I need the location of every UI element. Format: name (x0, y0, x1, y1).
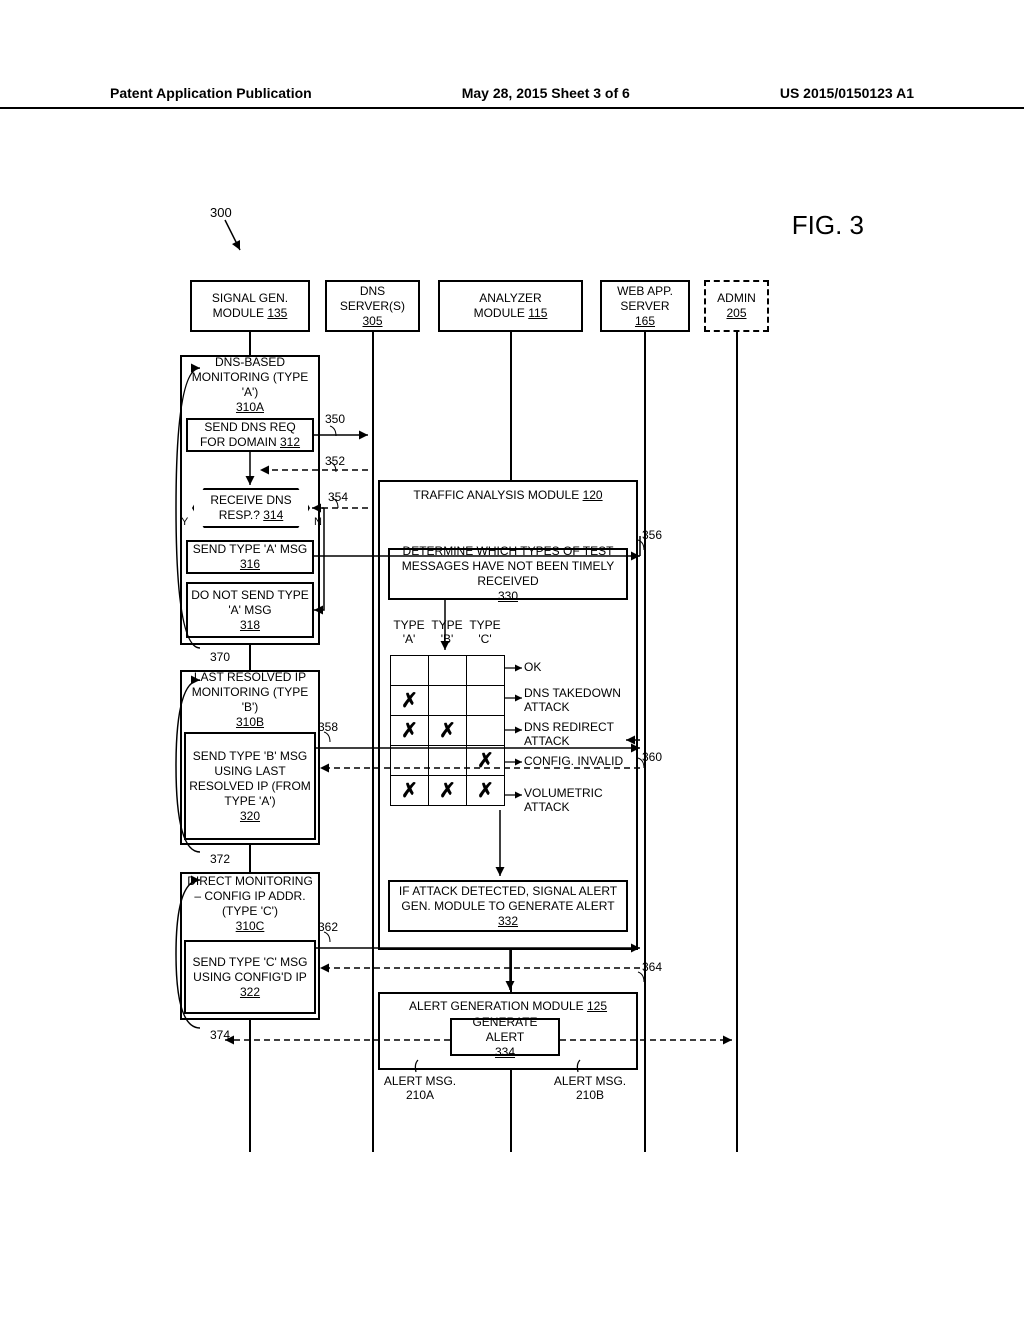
ref-350: 350 (325, 412, 345, 426)
agm-title-text: ALERT GENERATION MODULE (409, 999, 584, 1013)
row-config-lbl: CONFIG. INVALID (524, 754, 624, 768)
row-takedown-lbl: DNS TAKEDOWN ATTACK (524, 686, 624, 714)
figure-title: FIG. 3 (792, 210, 864, 241)
typeB-send-ref: 320 (240, 809, 260, 824)
typeC-title-text: DIRECT MONITORING – CONFIG IP ADDR. (TYP… (187, 874, 313, 919)
tam-signal-alert-text: IF ATTACK DETECTED, SIGNAL ALERT GEN. MO… (393, 884, 623, 914)
agm-msgA: ALERT MSG. 210A (380, 1074, 460, 1102)
lane-webapp-l1: WEB APP. (617, 284, 673, 299)
ref-354: 354 (328, 490, 348, 504)
row-config: ✗ (391, 746, 505, 776)
typeC-title-ref: 310C (236, 919, 265, 934)
row-redirect-lbl: DNS REDIRECT ATTACK (524, 720, 624, 748)
tam-table: ✗ ✗✗ ✗ ✗✗✗ (390, 655, 505, 806)
tbl-hdr-A: TYPE 'A' (390, 618, 428, 646)
typeB-send-text: SEND TYPE 'B' MSG USING LAST RESOLVED IP… (189, 749, 311, 809)
lane-siggen: SIGNAL GEN. MODULE 135 (190, 280, 310, 332)
tam-determine: DETERMINE WHICH TYPES OF TEST MESSAGES H… (388, 548, 628, 600)
typeA-title: DNS-BASED MONITORING (TYPE 'A') 310A (184, 357, 316, 413)
agm-gen-text: GENERATE ALERT (455, 1015, 555, 1045)
label-Y: Y (181, 516, 188, 528)
typeA-title-text: DNS-BASED MONITORING (TYPE 'A') (187, 355, 313, 400)
lane-dns-l1: DNS (360, 284, 385, 299)
label-N: N (314, 516, 322, 528)
row-volume-lbl: VOLUMETRIC ATTACK (524, 786, 624, 814)
tam-title-ref: 120 (583, 488, 603, 502)
tam-determine-ref: 330 (498, 589, 518, 604)
lane-admin-ref: 205 (726, 306, 746, 321)
typeA-dont-send: DO NOT SEND TYPE 'A' MSG 318 (186, 582, 314, 638)
row-redirect: ✗✗ (391, 716, 505, 746)
typeC-send: SEND TYPE 'C' MSG USING CONFIG'D IP 322 (184, 940, 316, 1014)
lane-webapp-ref: 165 (635, 314, 655, 329)
ref-374: 374 (210, 1028, 230, 1042)
lane-dns-ref: 305 (362, 314, 382, 329)
typeB-title: LAST RESOLVED IP MONITORING (TYPE 'B') 3… (184, 672, 316, 728)
tam-title-text: TRAFFIC ANALYSIS MODULE (413, 488, 579, 502)
agm-msgB: ALERT MSG. 210B (550, 1074, 630, 1102)
agm-generate: GENERATE ALERT 334 (450, 1018, 560, 1056)
page-header: Patent Application Publication May 28, 2… (0, 85, 1024, 109)
lane-admin-l1: ADMIN (717, 291, 756, 306)
typeA-receive-diamond: RECEIVE DNS RESP.? 314 (192, 488, 310, 528)
lane-siggen-l1: SIGNAL GEN. (212, 291, 288, 306)
ref-300: 300 (210, 205, 232, 220)
tam-signal-alert-ref: 332 (498, 914, 518, 929)
typeA-receive-ref: 314 (263, 508, 283, 522)
hdr-mid: May 28, 2015 Sheet 3 of 6 (462, 85, 630, 101)
ref-352: 352 (325, 454, 345, 468)
row-ok (391, 656, 505, 686)
typeA-dont-send-ref: 318 (240, 618, 260, 633)
ref-362: 362 (318, 920, 338, 934)
hdr-right: US 2015/0150123 A1 (780, 85, 914, 101)
typeA-dont-send-text: DO NOT SEND TYPE 'A' MSG (191, 588, 309, 618)
ref-370: 370 (210, 650, 230, 664)
ref-356: 356 (642, 528, 662, 542)
typeA-title-ref: 310A (236, 400, 264, 415)
ref-372: 372 (210, 852, 230, 866)
typeC-send-text: SEND TYPE 'C' MSG USING CONFIG'D IP (189, 955, 311, 985)
lane-analyzer: ANALYZER MODULE 115 (438, 280, 583, 332)
lane-analyzer-l1: ANALYZER (479, 291, 541, 306)
hdr-left: Patent Application Publication (110, 85, 312, 101)
row-volume: ✗✗✗ (391, 776, 505, 806)
ref-358: 358 (318, 720, 338, 734)
lane-analyzer-l2: MODULE (474, 306, 525, 320)
tbl-hdr-C: TYPE 'C' (466, 618, 504, 646)
row-ok-lbl: OK (524, 660, 541, 674)
typeB-title-text: LAST RESOLVED IP MONITORING (TYPE 'B') (187, 670, 313, 715)
typeB-title-ref: 310B (236, 715, 264, 730)
tam-determine-text: DETERMINE WHICH TYPES OF TEST MESSAGES H… (393, 544, 623, 589)
agm-title-ref: 125 (587, 999, 607, 1013)
row-takedown: ✗ (391, 686, 505, 716)
lane-dns-l2: SERVER(S) (340, 299, 405, 314)
typeA-send-req-ref: 312 (280, 435, 300, 449)
tbl-hdr-B: TYPE 'B' (428, 618, 466, 646)
lane-webapp: WEB APP. SERVER 165 (600, 280, 690, 332)
lane-analyzer-ref: 115 (528, 306, 547, 320)
typeA-send-req: SEND DNS REQ FOR DOMAIN 312 (186, 418, 314, 452)
lane-admin: ADMIN 205 (704, 280, 769, 332)
typeA-send-msg-text: SEND TYPE 'A' MSG (193, 542, 307, 556)
lane-webapp-l2: SERVER (620, 299, 669, 314)
typeA-send-msg: SEND TYPE 'A' MSG 316 (186, 540, 314, 574)
agm-gen-ref: 334 (495, 1045, 515, 1060)
typeB-send: SEND TYPE 'B' MSG USING LAST RESOLVED IP… (184, 732, 316, 840)
lane-siggen-ref: 135 (267, 306, 287, 320)
typeC-title: DIRECT MONITORING – CONFIG IP ADDR. (TYP… (184, 874, 316, 934)
ref-360: 360 (642, 750, 662, 764)
lane-dns: DNS SERVER(S) 305 (325, 280, 420, 332)
lane-line-dns (372, 332, 374, 1152)
typeC-send-ref: 322 (240, 985, 260, 1000)
typeA-send-msg-ref: 316 (240, 557, 260, 571)
lane-line-webapp (644, 332, 646, 1152)
ref-364: 364 (642, 960, 662, 974)
lane-siggen-l2: MODULE (213, 306, 264, 320)
lane-line-admin (736, 332, 738, 1152)
tam-signal-alert: IF ATTACK DETECTED, SIGNAL ALERT GEN. MO… (388, 880, 628, 932)
